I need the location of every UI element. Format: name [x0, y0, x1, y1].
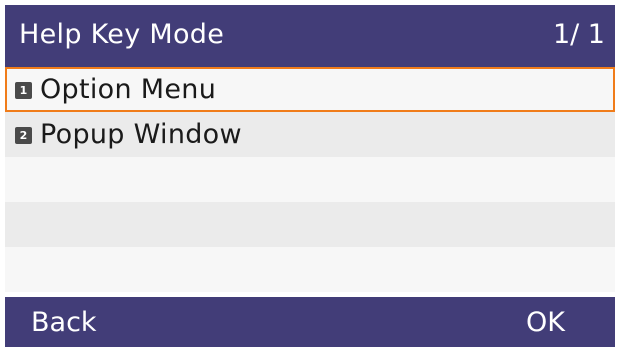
title-bar: Help Key Mode 1/ 1 [5, 5, 615, 67]
menu-item-option-menu[interactable]: 1 Option Menu [5, 67, 615, 112]
softkey-bar: Back OK [5, 297, 615, 347]
empty-row [5, 247, 615, 292]
ok-softkey[interactable]: OK [526, 307, 565, 339]
menu-list: 1 Option Menu 2 Popup Window [5, 67, 615, 292]
page-indicator: 1/ 1 [552, 19, 605, 50]
page-title: Help Key Mode [19, 19, 225, 50]
empty-row [5, 157, 615, 202]
phone-display: Help Key Mode 1/ 1 1 Option Menu 2 Popup… [0, 0, 620, 352]
back-softkey[interactable]: Back [31, 307, 97, 339]
menu-item-popup-window[interactable]: 2 Popup Window [5, 112, 615, 157]
number-2-icon: 2 [15, 127, 32, 144]
number-1-icon: 1 [15, 82, 32, 99]
empty-row [5, 202, 615, 247]
menu-item-label: Option Menu [40, 74, 217, 105]
menu-item-label: Popup Window [40, 119, 242, 150]
